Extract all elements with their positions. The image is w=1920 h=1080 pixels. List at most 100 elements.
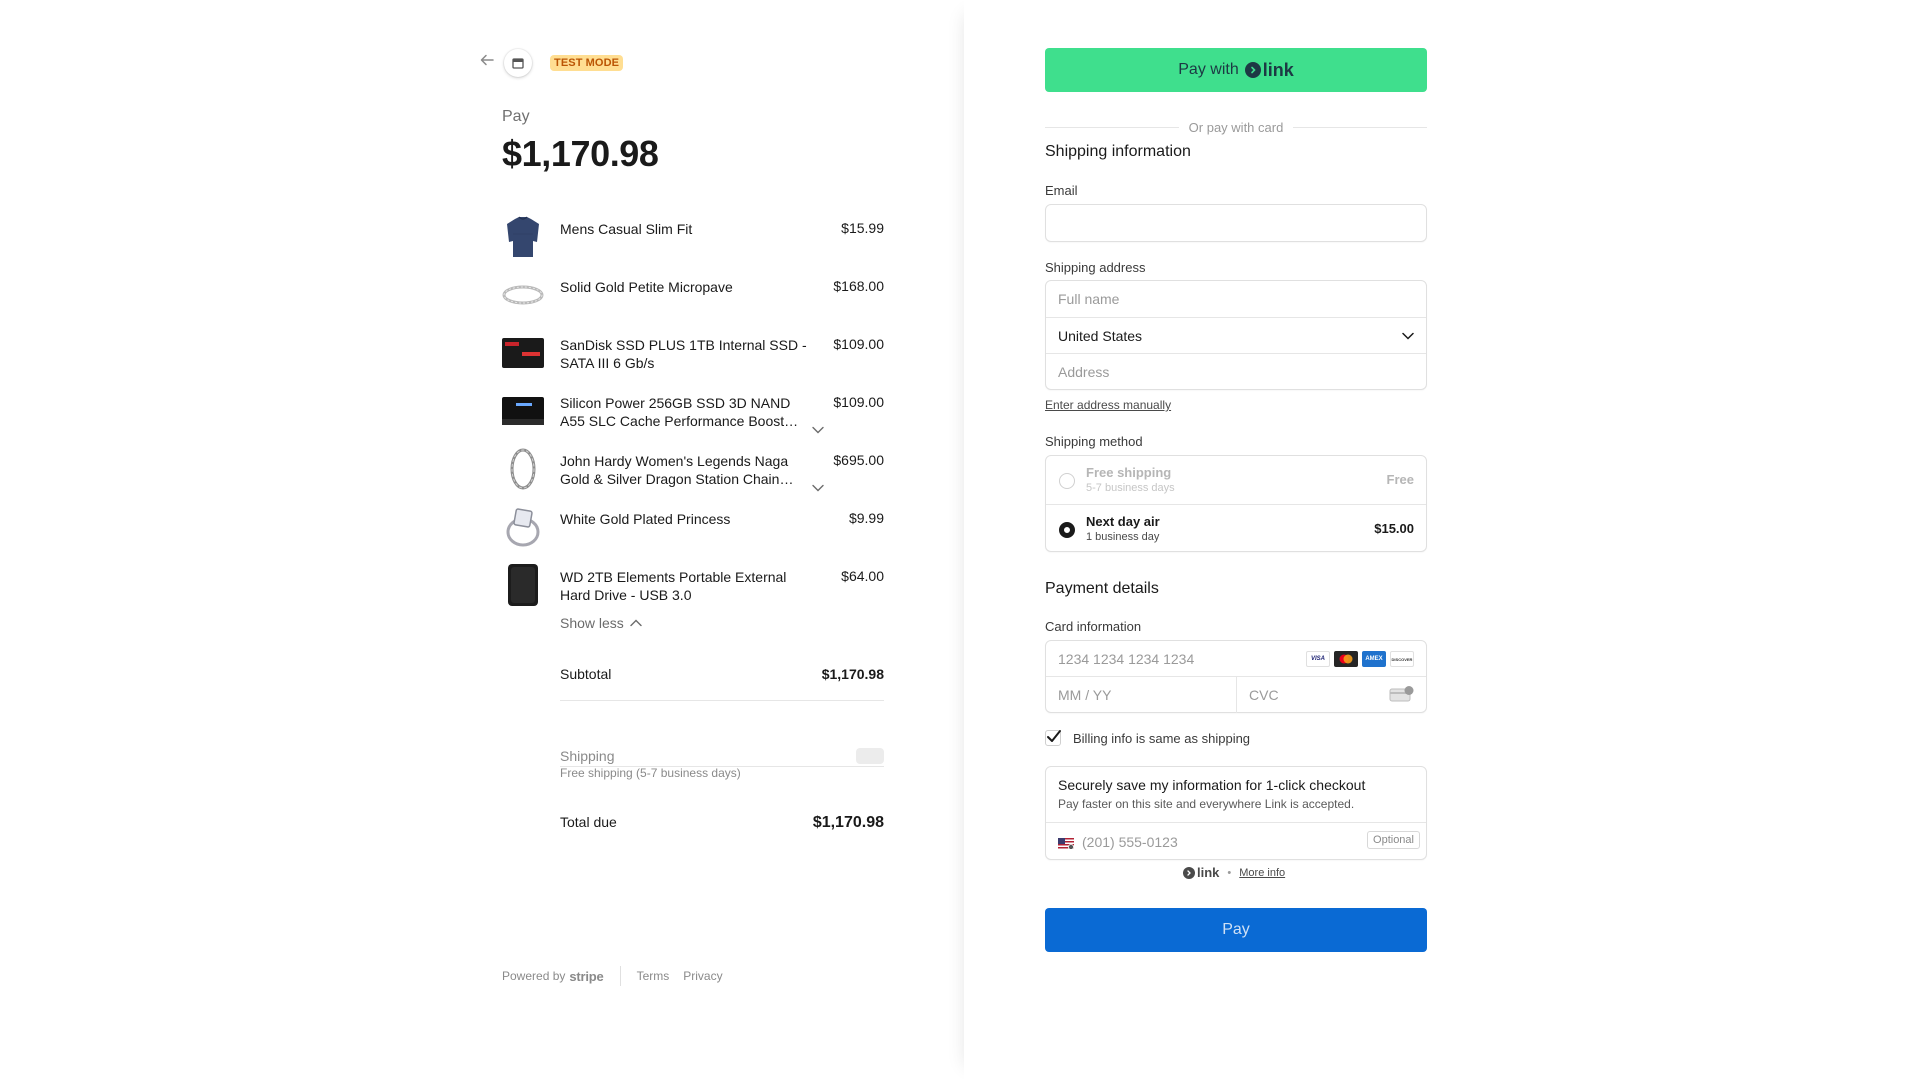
email-field[interactable] — [1045, 204, 1427, 242]
billing-same-checkbox[interactable] — [1045, 730, 1061, 746]
subtotal-row: Subtotal $1,170.98 — [560, 666, 884, 696]
card-info-group: 1234 1234 1234 1234 VISA AMEX DISCOVER M… — [1045, 640, 1427, 713]
link-logo-small: link — [1183, 865, 1219, 880]
item-name: Mens Casual Slim Fit — [560, 221, 693, 237]
radio-button-checked[interactable] — [1059, 522, 1075, 538]
cvc-card-icon — [1389, 686, 1414, 702]
link-chevron-icon — [1183, 866, 1195, 879]
shipping-value-placeholder — [856, 748, 884, 764]
back-arrow-icon[interactable] — [480, 53, 500, 73]
card-number-placeholder: 1234 1234 1234 1234 — [1058, 650, 1195, 667]
bracelet-thumbnail — [502, 274, 544, 316]
shipping-option-name: Free shipping — [1086, 465, 1172, 480]
item-price: $695.00 — [833, 452, 884, 468]
cvc-placeholder: CVC — [1249, 687, 1279, 703]
top-bar: TEST MODE — [480, 48, 624, 78]
total-value: $1,170.98 — [812, 814, 884, 831]
shipping-heading: Shipping information — [1045, 143, 1191, 160]
email-label: Email — [1045, 183, 1078, 198]
shipping-address-group: Full name United States Address — [1045, 280, 1427, 390]
enter-address-manually-link[interactable]: Enter address manually — [1045, 398, 1171, 412]
privacy-link[interactable]: Privacy — [683, 969, 722, 983]
ssd-thumbnail — [502, 390, 544, 432]
item-name: SanDisk SSD PLUS 1TB Internal SSD - SATA… — [560, 337, 807, 371]
line-item: WD 2TB Elements Portable External Hard D… — [502, 562, 884, 620]
pay-with-link-button[interactable]: Pay with link — [1045, 48, 1427, 92]
item-price: $15.99 — [841, 220, 884, 236]
item-name: WD 2TB Elements Portable External Hard D… — [560, 569, 787, 603]
or-pay-with-card: Or pay with card — [1188, 120, 1284, 135]
shipping-sub: Free shipping (5-7 business days) — [560, 766, 741, 780]
radio-button[interactable] — [1059, 473, 1075, 489]
chevron-down-icon[interactable] — [812, 484, 824, 492]
bracelet-thumbnail — [502, 448, 544, 490]
card-info-label: Card information — [1045, 619, 1142, 634]
expiry-field[interactable]: MM / YY — [1046, 677, 1237, 713]
visa-icon: VISA — [1306, 651, 1330, 667]
us-flag-icon[interactable] — [1058, 836, 1074, 850]
divider — [560, 700, 884, 701]
shipping-option-next-day[interactable]: Next day air 1 business day $15.00 — [1046, 504, 1426, 552]
shipping-option-sub: 1 business day — [1086, 531, 1160, 543]
link-footer: link • More info — [1183, 865, 1285, 880]
card-number-field[interactable]: 1234 1234 1234 1234 VISA AMEX DISCOVER — [1046, 641, 1426, 677]
item-name: John Hardy Women's Legends Naga Gold & S… — [560, 453, 794, 487]
cvc-field[interactable]: CVC — [1237, 677, 1427, 713]
link-word-small: link — [1197, 865, 1220, 880]
country-select[interactable]: United States — [1046, 317, 1426, 353]
full-name-placeholder: Full name — [1058, 291, 1120, 307]
link-logo: link — [1244, 59, 1294, 81]
amex-icon: AMEX — [1362, 651, 1386, 667]
footer-divider — [619, 966, 621, 986]
shipping-label: Shipping — [560, 748, 615, 764]
phone-field[interactable]: (201) 555-0123 Optional — [1046, 822, 1426, 860]
link-word: link — [1262, 59, 1294, 80]
shipping-method-label: Shipping method — [1045, 434, 1143, 449]
shipping-method-group: Free shipping 5-7 business days Free Nex… — [1045, 455, 1427, 552]
terms-link[interactable]: Terms — [637, 969, 670, 983]
stripe-logo[interactable]: stripe — [569, 969, 603, 984]
pay-label: Pay — [502, 108, 530, 125]
item-price: $9.99 — [848, 510, 884, 526]
shipping-address-label: Shipping address — [1045, 260, 1146, 275]
country-value: United States — [1058, 327, 1143, 344]
ring-thumbnail — [502, 506, 544, 548]
divider — [560, 766, 884, 767]
line-items-list: Mens Casual Slim Fit $15.99 Solid Gold P… — [502, 214, 884, 620]
line-item: Solid Gold Petite Micropave $168.00 — [502, 272, 884, 330]
item-name: Silicon Power 256GB SSD 3D NAND A55 SLC … — [560, 395, 799, 429]
more-info-link[interactable]: More info — [1239, 867, 1285, 879]
shipping-option-free[interactable]: Free shipping 5-7 business days Free — [1046, 456, 1426, 504]
shipping-option-name: Next day air — [1086, 514, 1160, 529]
address-placeholder: Address — [1058, 363, 1110, 380]
phone-placeholder: (201) 555-0123 — [1082, 833, 1178, 850]
shirt-thumbnail — [502, 216, 544, 258]
pay-button[interactable]: Pay — [1045, 908, 1427, 952]
link-chevron-icon — [1244, 62, 1261, 78]
powered-by-label: Powered by — [502, 969, 566, 983]
billing-same-label: Billing info is same as shipping — [1073, 730, 1251, 746]
chevron-up-icon — [630, 619, 642, 627]
discover-icon: DISCOVER — [1390, 651, 1414, 667]
address-field[interactable]: Address — [1046, 353, 1426, 389]
test-mode-badge: TEST MODE — [550, 55, 624, 71]
save-info-sub: Pay faster on this site and everywhere L… — [1058, 797, 1355, 811]
store-icon[interactable] — [504, 49, 532, 77]
footer: Powered by stripe Terms Privacy — [502, 966, 737, 986]
line-item: Silicon Power 256GB SSD 3D NAND A55 SLC … — [502, 388, 884, 446]
item-name: White Gold Plated Princess — [560, 511, 731, 527]
chevron-down-icon — [1402, 332, 1414, 340]
line-item: John Hardy Women's Legends Naga Gold & S… — [502, 446, 884, 504]
subtotal-label: Subtotal — [560, 666, 612, 682]
ssd-thumbnail — [502, 332, 544, 374]
shipping-option-sub: 5-7 business days — [1086, 482, 1175, 494]
expiry-placeholder: MM / YY — [1058, 687, 1112, 703]
item-price: $109.00 — [833, 336, 884, 352]
show-less-toggle[interactable]: Show less — [560, 615, 642, 631]
item-price: $64.00 — [841, 568, 884, 584]
item-price: $168.00 — [833, 278, 884, 294]
save-info-title: Securely save my information for 1-click… — [1058, 777, 1366, 793]
billing-same-checkbox-row[interactable]: Billing info is same as shipping — [1045, 730, 1250, 746]
full-name-field[interactable]: Full name — [1046, 281, 1426, 317]
chevron-down-icon[interactable] — [812, 426, 824, 434]
